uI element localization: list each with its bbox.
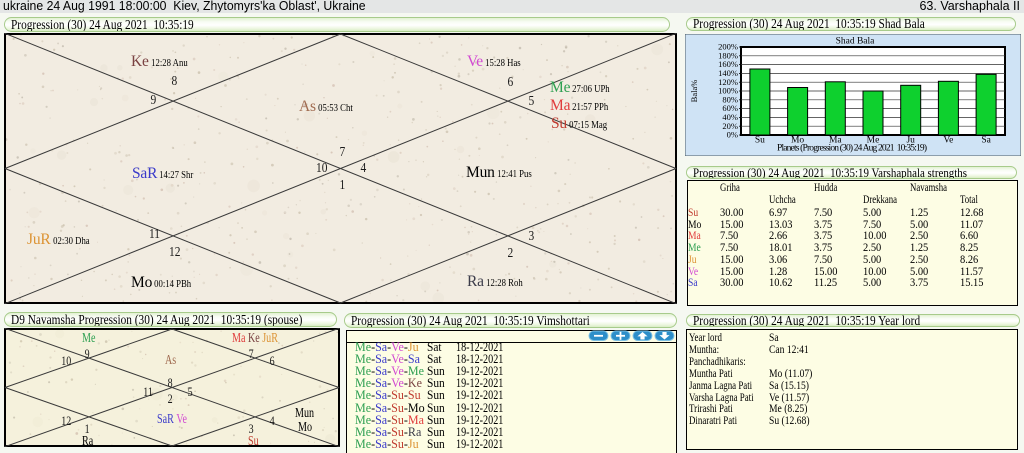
svg-text:Su: Su [755,135,765,145]
svg-text:0%: 0% [727,130,738,140]
svg-text:Ve: Ve [943,135,953,145]
svg-text:Sa: Sa [981,135,991,145]
svg-text:Bala%: Bala% [689,80,699,103]
svg-text:Planets (Progression (30) 24 A: Planets (Progression (30) 24 Aug 2021 10… [777,143,927,154]
svg-text:Shad Bala: Shad Bala [836,37,876,47]
